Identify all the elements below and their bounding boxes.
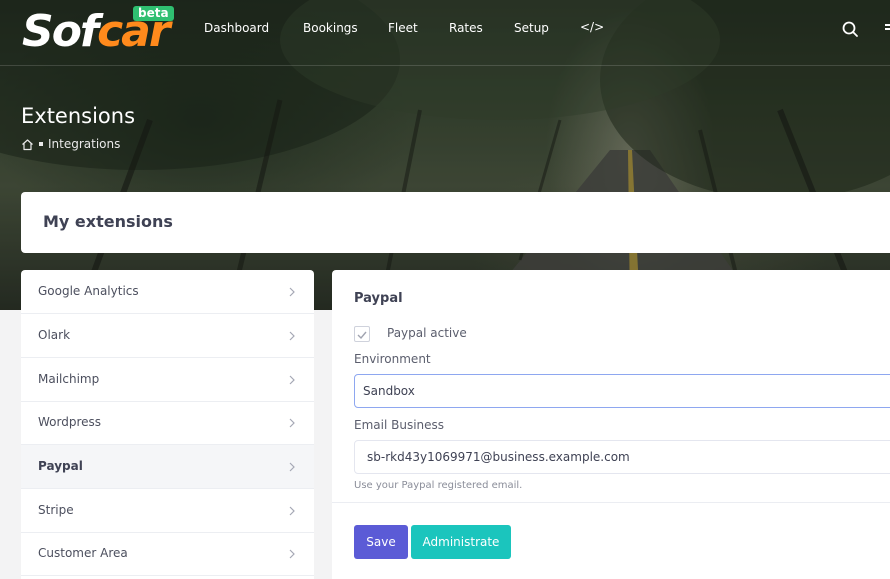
breadcrumb-integrations[interactable]: Integrations <box>48 137 120 151</box>
code-icon[interactable]: </> <box>580 20 604 34</box>
sidebar-item-label: Paypal <box>38 459 83 473</box>
breadcrumb-separator <box>39 142 43 146</box>
page-title: Extensions <box>21 104 136 128</box>
nav-setup[interactable]: Setup <box>514 21 549 35</box>
top-navbar: Sofcar beta Dashboard Bookings Fleet Rat… <box>0 0 890 66</box>
search-icon[interactable] <box>841 20 859 38</box>
chevron-right-icon <box>289 287 295 297</box>
extensions-card-title: My extensions <box>43 212 173 231</box>
chevron-right-icon <box>289 462 295 472</box>
panel-divider <box>332 502 890 503</box>
nav-dashboard[interactable]: Dashboard <box>204 21 269 35</box>
extensions-list: Google Analytics Olark Mailchimp Wordpre… <box>21 270 314 579</box>
chevron-right-icon <box>289 549 295 559</box>
environment-label: Environment <box>354 352 431 366</box>
beta-badge: beta <box>133 6 174 21</box>
sidebar-item-label: Stripe <box>38 503 74 517</box>
email-help-text: Use your Paypal registered email. <box>354 480 523 491</box>
paypal-active-label: Paypal active <box>387 326 467 340</box>
home-icon[interactable] <box>21 138 34 151</box>
administrate-button[interactable]: Administrate <box>411 525 511 559</box>
sidebar-item-label: Wordpress <box>38 415 102 429</box>
sidebar-item-label: Google Analytics <box>38 284 139 298</box>
save-button[interactable]: Save <box>354 525 408 559</box>
sidebar-item-paypal[interactable]: Paypal <box>21 445 314 489</box>
logo[interactable]: Sofcar beta <box>22 6 174 58</box>
chevron-right-icon <box>289 331 295 341</box>
sidebar-item-stripe[interactable]: Stripe <box>21 489 314 533</box>
sidebar-item-wordpress[interactable]: Wordpress <box>21 401 314 445</box>
menu-icon[interactable] <box>883 20 890 38</box>
nav-bookings[interactable]: Bookings <box>303 21 358 35</box>
chevron-right-icon <box>289 418 295 428</box>
extensions-card: My extensions <box>21 192 890 253</box>
nav-rates[interactable]: Rates <box>449 21 483 35</box>
chevron-right-icon <box>289 506 295 516</box>
email-business-input[interactable]: sb-rkd43y1069971@business.example.com <box>354 440 890 474</box>
breadcrumb: Integrations <box>21 136 120 152</box>
nav-fleet[interactable]: Fleet <box>388 21 418 35</box>
email-business-label: Email Business <box>354 418 445 432</box>
sidebar-item-label: Customer Area <box>38 546 128 560</box>
chevron-right-icon <box>289 375 295 385</box>
sidebar-item-mailchimp[interactable]: Mailchimp <box>21 358 314 402</box>
environment-select[interactable]: Sandbox <box>354 374 890 408</box>
logo-text-part1: Sof <box>22 6 99 57</box>
sidebar-item-customer-area[interactable]: Customer Area <box>21 532 314 576</box>
sidebar-item-olark[interactable]: Olark <box>21 314 314 358</box>
sidebar-item-label: Olark <box>38 328 71 342</box>
panel-title: Paypal <box>354 291 403 306</box>
sidebar-item-google-analytics[interactable]: Google Analytics <box>21 270 314 314</box>
checkmark-icon <box>357 331 367 340</box>
paypal-active-checkbox[interactable] <box>354 326 370 342</box>
sidebar-item-label: Mailchimp <box>38 372 100 386</box>
